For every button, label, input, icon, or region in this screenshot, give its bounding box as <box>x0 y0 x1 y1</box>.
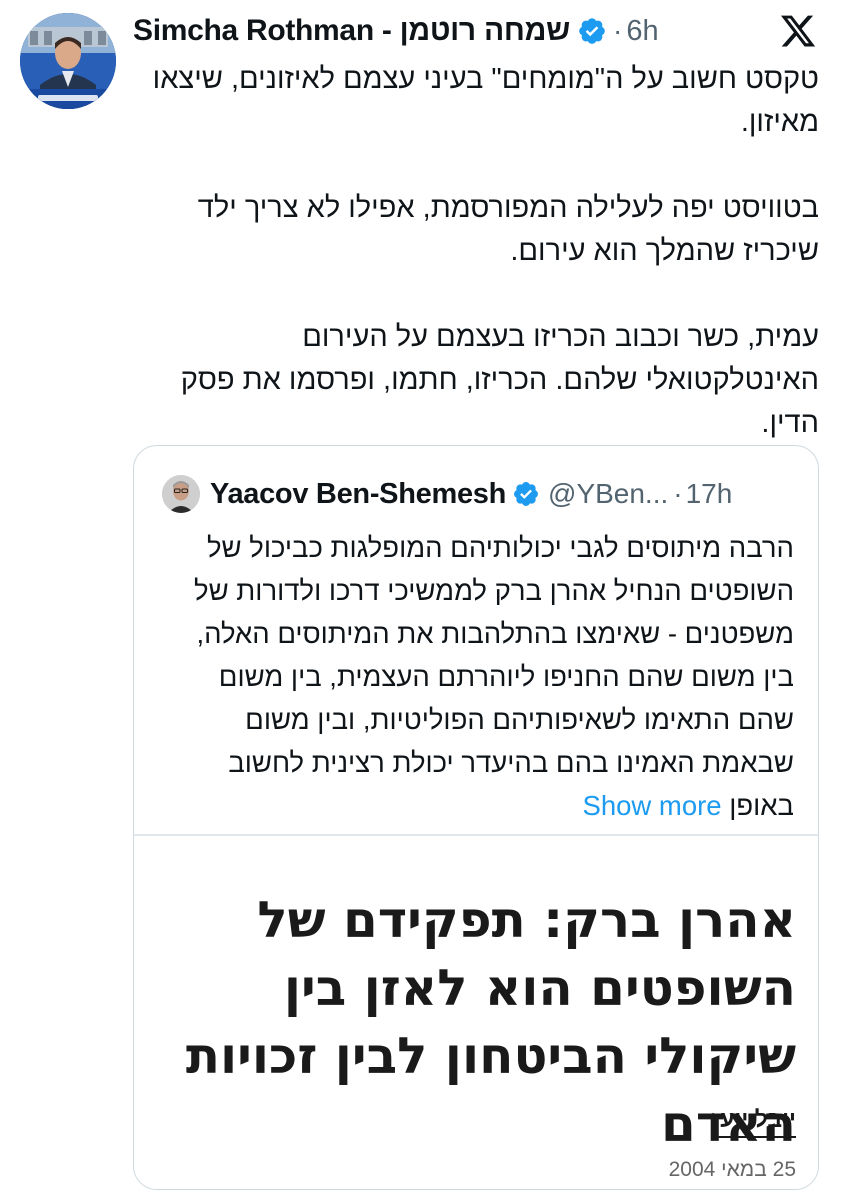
quoted-author-handle[interactable]: @YBen... <box>548 478 668 510</box>
separator-dot: · <box>673 478 683 509</box>
quoted-tweet-text: הרבה מיתוסים לגבי יכולותיהם המופלגות כבי… <box>194 532 794 821</box>
tweet-body: טקסט חשוב על ה"מומחים" בעיני עצמם לאיזונ… <box>130 58 819 445</box>
quoted-tweet-timestamp[interactable]: 17h <box>686 478 733 510</box>
avatar-photo <box>20 13 116 109</box>
article-date: 25 במאי 2004 <box>668 1158 796 1181</box>
author-avatar[interactable] <box>20 13 116 109</box>
quoted-author-name[interactable]: Yaacov Ben-Shemesh <box>210 478 506 511</box>
tweet-paragraph: טקסט חשוב על ה"מומחים" בעיני עצמם לאיזונ… <box>152 63 819 138</box>
quoted-author-avatar[interactable] <box>162 475 200 513</box>
article-author: יובל יועז <box>711 1106 796 1138</box>
verified-badge-icon <box>512 480 540 508</box>
quoted-tweet-body: הרבה מיתוסים לגבי יכולותיהם המופלגות כבי… <box>160 526 794 827</box>
article-preview[interactable]: אהרן ברק: תפקידם של השופטים הוא לאזן בין… <box>134 836 818 1189</box>
author-name[interactable]: Simcha Rothman - שמחה רוטמן <box>133 14 570 48</box>
tweet-paragraph: בטוויסט יפה לעלילה המפורסמת, אפילו לא צר… <box>197 192 819 267</box>
tweet-paragraph: עמית, כשר וכבוב הכריזו בעצמם על העירום ה… <box>180 321 819 439</box>
quoted-tweet-header: Yaacov Ben-Shemesh @YBen... · 17h <box>162 474 732 514</box>
show-more-link[interactable]: Show more <box>582 790 721 821</box>
x-logo-icon[interactable] <box>779 12 817 50</box>
tweet-header: Simcha Rothman - שמחה רוטמן · 6h <box>133 10 659 52</box>
separator-dot: · <box>612 15 623 46</box>
tweet-timestamp[interactable]: 6h <box>626 15 658 48</box>
verified-badge-icon <box>577 16 607 46</box>
quoted-tweet-card[interactable]: Yaacov Ben-Shemesh @YBen... · 17h הרבה מ… <box>133 445 819 1190</box>
article-headline: אהרן ברק: תפקידם של השופטים הוא לאזן בין… <box>185 891 796 1153</box>
